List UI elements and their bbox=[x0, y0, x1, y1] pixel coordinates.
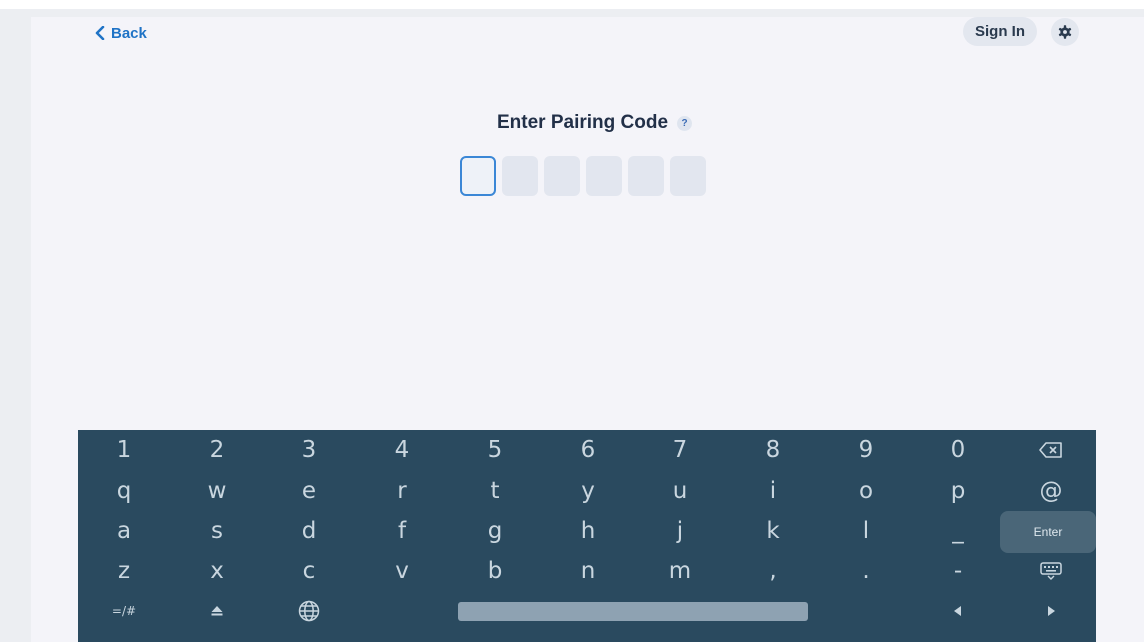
language-key[interactable] bbox=[263, 591, 355, 631]
key-0[interactable]: 0 bbox=[912, 430, 1004, 470]
code-digit-box[interactable] bbox=[628, 156, 664, 196]
key-b[interactable]: b bbox=[449, 551, 541, 591]
key-c[interactable]: c bbox=[263, 551, 355, 591]
key-char-45[interactable]: - bbox=[912, 551, 1004, 591]
key-p[interactable]: p bbox=[912, 471, 1004, 511]
app-screen: Back Sign In Enter Pairing Code ? 123456… bbox=[31, 17, 1144, 642]
key-5[interactable]: 5 bbox=[449, 430, 541, 470]
key-s[interactable]: s bbox=[171, 511, 263, 551]
key-t[interactable]: t bbox=[449, 471, 541, 511]
arrow-left-icon bbox=[954, 606, 961, 616]
key-q[interactable]: q bbox=[78, 471, 170, 511]
cursor-left-key[interactable] bbox=[912, 591, 1004, 631]
keyboard-icon bbox=[1040, 562, 1062, 580]
key-z[interactable]: z bbox=[78, 551, 170, 591]
key-w[interactable]: w bbox=[171, 471, 263, 511]
key-k[interactable]: k bbox=[727, 511, 819, 551]
enter-key[interactable]: Enter bbox=[1000, 511, 1096, 553]
arrow-right-icon bbox=[1048, 606, 1055, 616]
key-l[interactable]: l bbox=[820, 511, 912, 551]
globe-icon bbox=[298, 600, 320, 622]
shift-icon bbox=[211, 606, 223, 616]
key-y[interactable]: y bbox=[542, 471, 634, 511]
key-char-46[interactable]: . bbox=[820, 551, 912, 591]
sign-in-button[interactable]: Sign In bbox=[963, 17, 1037, 46]
settings-button[interactable] bbox=[1051, 18, 1079, 46]
symbols-key[interactable]: =/# bbox=[78, 591, 170, 631]
chevron-left-icon bbox=[95, 26, 105, 40]
key-a[interactable]: a bbox=[78, 511, 170, 551]
key-m[interactable]: m bbox=[634, 551, 726, 591]
code-digit-box[interactable] bbox=[586, 156, 622, 196]
backspace-icon bbox=[1039, 442, 1062, 458]
page-title: Enter Pairing Code bbox=[496, 112, 669, 133]
code-digit-box[interactable] bbox=[502, 156, 538, 196]
shift-key[interactable] bbox=[171, 591, 263, 631]
backspace-key[interactable] bbox=[1005, 430, 1097, 470]
key-3[interactable]: 3 bbox=[263, 430, 355, 470]
key-9[interactable]: 9 bbox=[820, 430, 912, 470]
key-d[interactable]: d bbox=[263, 511, 355, 551]
key-o[interactable]: o bbox=[820, 471, 912, 511]
key-4[interactable]: 4 bbox=[356, 430, 448, 470]
key-1[interactable]: 1 bbox=[78, 430, 170, 470]
key-char-64[interactable]: @ bbox=[1005, 471, 1097, 511]
key-2[interactable]: 2 bbox=[171, 430, 263, 470]
space-bar[interactable] bbox=[458, 602, 808, 621]
key-g[interactable]: g bbox=[449, 511, 541, 551]
gear-icon bbox=[1058, 25, 1072, 39]
key-r[interactable]: r bbox=[356, 471, 448, 511]
key-8[interactable]: 8 bbox=[727, 430, 819, 470]
key-e[interactable]: e bbox=[263, 471, 355, 511]
key-7[interactable]: 7 bbox=[634, 430, 726, 470]
help-icon[interactable]: ? bbox=[677, 115, 693, 131]
key-i[interactable]: i bbox=[727, 471, 819, 511]
key-char-95[interactable]: _ bbox=[912, 511, 1004, 551]
code-digit-box[interactable] bbox=[460, 156, 496, 196]
key-6[interactable]: 6 bbox=[542, 430, 634, 470]
back-button[interactable]: Back bbox=[95, 22, 147, 44]
window-top-edge bbox=[0, 0, 1144, 9]
key-char-44[interactable]: , bbox=[727, 551, 819, 591]
key-j[interactable]: j bbox=[634, 511, 726, 551]
key-u[interactable]: u bbox=[634, 471, 726, 511]
code-digit-box[interactable] bbox=[544, 156, 580, 196]
pairing-code-input[interactable] bbox=[460, 156, 706, 196]
key-f[interactable]: f bbox=[356, 511, 448, 551]
back-label: Back bbox=[111, 24, 147, 42]
hide-keyboard-key[interactable] bbox=[1005, 551, 1097, 591]
key-n[interactable]: n bbox=[542, 551, 634, 591]
code-digit-box[interactable] bbox=[670, 156, 706, 196]
key-v[interactable]: v bbox=[356, 551, 448, 591]
key-h[interactable]: h bbox=[542, 511, 634, 551]
on-screen-keyboard: 1 2 3 4 5 6 7 8 9 0 q w e r t y u i o p @ a s d f g h j k l _z x c v b n m,.… bbox=[78, 430, 1096, 642]
pairing-title-row: Enter Pairing Code ? bbox=[31, 112, 1144, 134]
key-x[interactable]: x bbox=[171, 551, 263, 591]
cursor-right-key[interactable] bbox=[1005, 591, 1097, 631]
